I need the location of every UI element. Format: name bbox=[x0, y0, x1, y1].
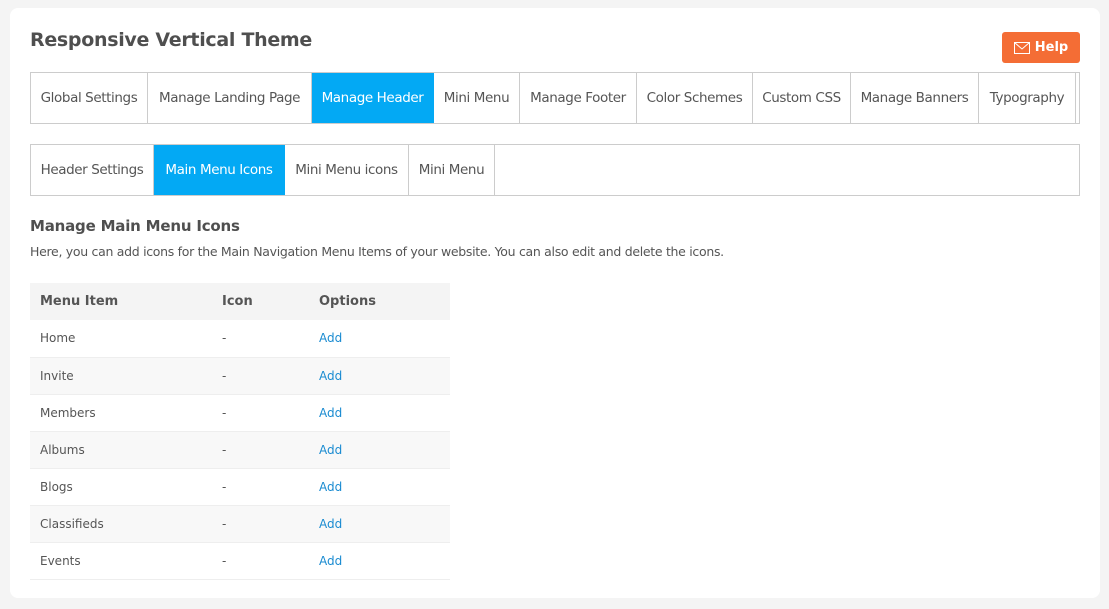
icon-cell: - bbox=[212, 357, 309, 395]
icon-cell: - bbox=[212, 505, 309, 543]
main-card: Responsive Vertical Theme Help Global Se… bbox=[10, 8, 1100, 598]
subtab-main-menu-icons[interactable]: Main Menu Icons bbox=[154, 145, 285, 195]
subtab-header-settings[interactable]: Header Settings bbox=[31, 145, 154, 195]
tab-manage-header[interactable]: Manage Header bbox=[312, 73, 434, 123]
menu-item-cell: Blogs bbox=[30, 468, 212, 506]
sub-tab-bar: Header Settings Main Menu Icons Mini Menu … bbox=[30, 144, 1080, 196]
main-tab-bar: Global Settings Manage Landing Page Manage… bbox=[30, 72, 1080, 124]
add-icon-link[interactable]: Add bbox=[319, 554, 342, 568]
options-cell: Add bbox=[309, 431, 450, 469]
icon-cell: - bbox=[212, 542, 309, 580]
table-row: Events - Add bbox=[30, 542, 450, 580]
tab-global-settings[interactable]: Global Settings bbox=[31, 73, 148, 123]
options-cell: Add bbox=[309, 320, 450, 358]
menu-item-cell: Events bbox=[30, 542, 212, 580]
icon-cell: - bbox=[212, 320, 309, 358]
help-label: Help bbox=[1034, 40, 1069, 55]
table-row: Members - Add bbox=[30, 394, 450, 432]
tab-custom-css[interactable]: Custom CSS bbox=[753, 73, 851, 123]
add-icon-link[interactable]: Add bbox=[319, 406, 342, 420]
table-row: Home - Add bbox=[30, 320, 450, 358]
add-icon-link[interactable]: Add bbox=[319, 517, 342, 531]
options-cell: Add bbox=[309, 505, 450, 543]
tab-manage-landing-page[interactable]: Manage Landing Page bbox=[148, 73, 312, 123]
subtab-mini-menu[interactable]: Mini Menu bbox=[409, 145, 495, 195]
table-row: Blogs - Add bbox=[30, 468, 450, 506]
tab-typography[interactable]: Typography bbox=[979, 73, 1076, 123]
column-header-menu-item: Menu Item bbox=[30, 283, 212, 320]
add-icon-link[interactable]: Add bbox=[319, 480, 342, 494]
tab-manage-footer[interactable]: Manage Footer bbox=[520, 73, 637, 123]
tab-color-schemes[interactable]: Color Schemes bbox=[637, 73, 753, 123]
table-row: Albums - Add bbox=[30, 431, 450, 469]
column-header-options: Options bbox=[309, 283, 450, 320]
icon-cell: - bbox=[212, 468, 309, 506]
section-heading: Manage Main Menu Icons bbox=[30, 217, 240, 235]
add-icon-link[interactable]: Add bbox=[319, 331, 342, 345]
table-row: Classifieds - Add bbox=[30, 505, 450, 543]
menu-item-cell: Classifieds bbox=[30, 505, 212, 543]
options-cell: Add bbox=[309, 542, 450, 580]
icon-cell: - bbox=[212, 394, 309, 432]
subtab-mini-menu-icons[interactable]: Mini Menu icons bbox=[285, 145, 409, 195]
column-header-icon: Icon bbox=[212, 283, 309, 320]
envelope-icon bbox=[1013, 41, 1030, 54]
tab-mini-menu[interactable]: Mini Menu bbox=[434, 73, 520, 123]
help-button[interactable]: Help bbox=[1002, 32, 1080, 63]
options-cell: Add bbox=[309, 468, 450, 506]
options-cell: Add bbox=[309, 394, 450, 432]
page-title: Responsive Vertical Theme bbox=[30, 29, 312, 51]
table-row: Invite - Add bbox=[30, 357, 450, 395]
add-icon-link[interactable]: Add bbox=[319, 443, 342, 457]
menu-item-cell: Albums bbox=[30, 431, 212, 469]
add-icon-link[interactable]: Add bbox=[319, 369, 342, 383]
icon-cell: - bbox=[212, 431, 309, 469]
options-cell: Add bbox=[309, 357, 450, 395]
section-description: Here, you can add icons for the Main Nav… bbox=[30, 244, 724, 259]
menu-item-cell: Invite bbox=[30, 357, 212, 395]
menu-item-cell: Members bbox=[30, 394, 212, 432]
tab-manage-banners[interactable]: Manage Banners bbox=[851, 73, 979, 123]
menu-item-cell: Home bbox=[30, 320, 212, 358]
menu-icons-table: Menu Item Icon Options Home - Add Invite - Ad… bbox=[30, 283, 450, 580]
